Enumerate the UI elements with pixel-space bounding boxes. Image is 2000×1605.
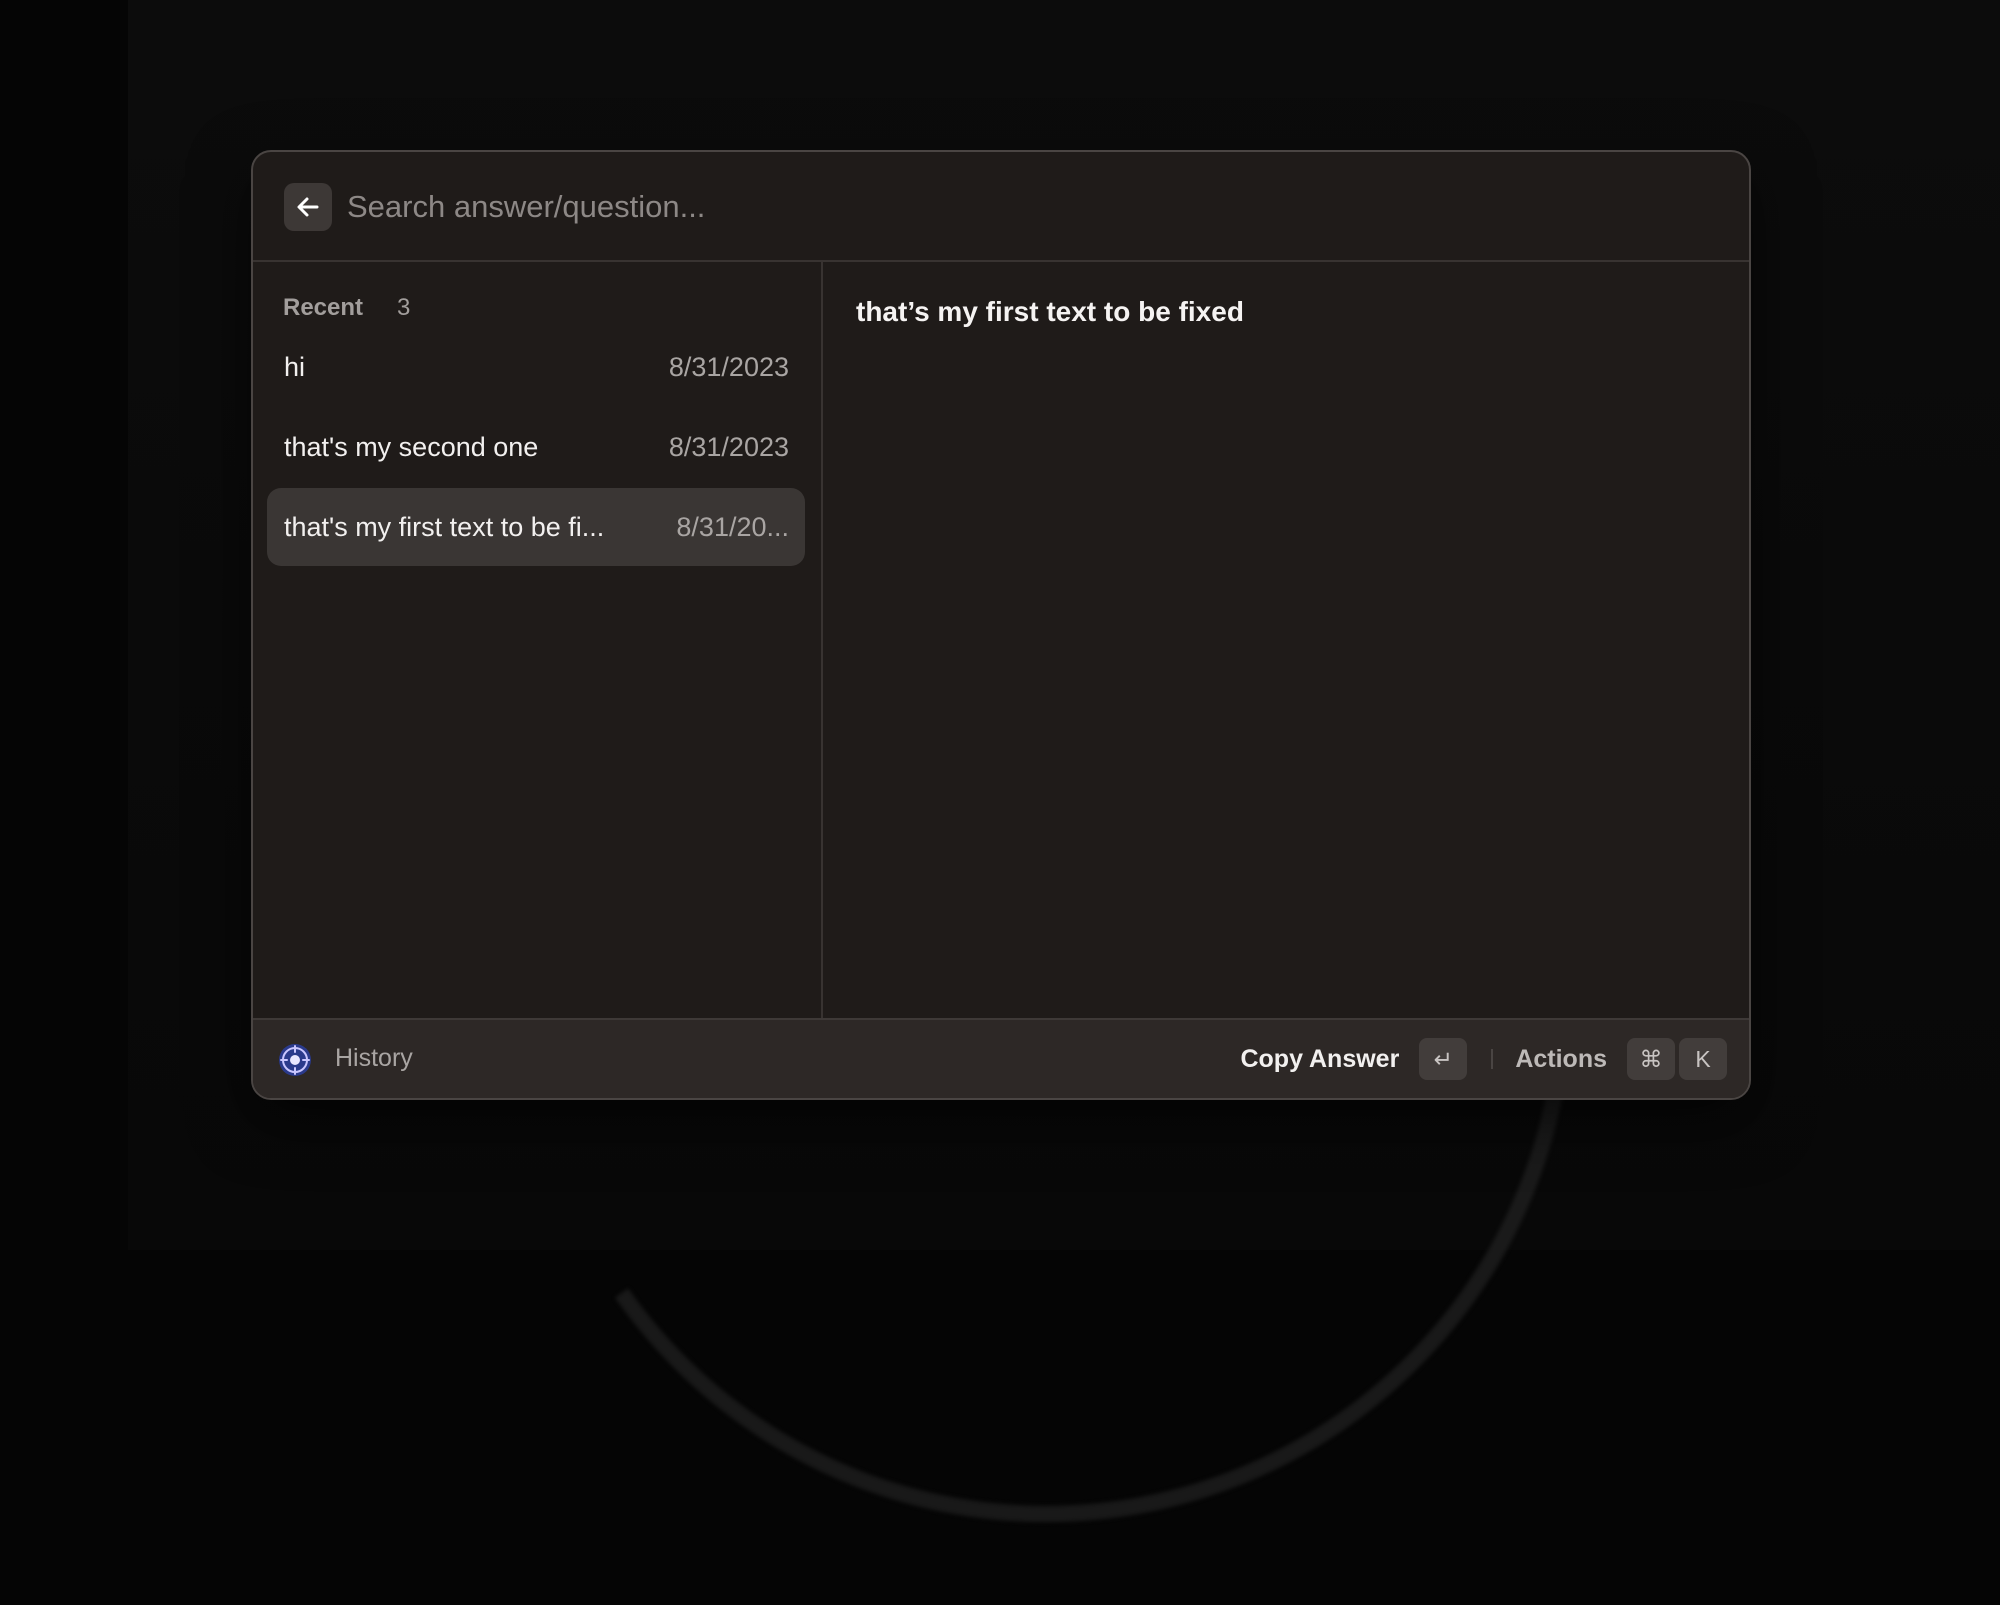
history-window: Recent 3 hi 8/31/2023 that's my second o… [251, 150, 1751, 1100]
history-item-title: hi [284, 351, 306, 382]
history-item[interactable]: hi 8/31/2023 [267, 328, 805, 406]
section-title: Recent [283, 294, 364, 321]
footer-title: History [335, 1044, 413, 1072]
footer-actions: Copy Answer ↵ Actions ⌘ K [1240, 1038, 1727, 1080]
history-item-date: 8/31/2023 [668, 431, 789, 462]
history-item-title: that's my first text to be fi... [284, 511, 605, 542]
actions-button[interactable]: Actions [1515, 1045, 1607, 1074]
footer-divider [1491, 1049, 1494, 1069]
command-key-hint: ⌘ [1627, 1038, 1675, 1080]
answer-text: that’s my first text to be fixed [856, 296, 1244, 327]
arrow-left-icon [297, 197, 319, 217]
history-item-title: that's my second one [284, 431, 539, 462]
search-input[interactable] [347, 180, 1707, 234]
history-item[interactable]: that's my second one 8/31/2023 [267, 408, 805, 486]
section-count: 3 [397, 294, 411, 321]
back-button[interactable] [284, 183, 332, 231]
action-bar: History Copy Answer ↵ Actions ⌘ K [253, 1018, 1749, 1098]
history-item-selected[interactable]: that's my first text to be fi... 8/31/20… [267, 488, 805, 566]
answer-detail-pane: that’s my first text to be fixed [823, 262, 1749, 1018]
history-item-date: 8/31/20... [676, 511, 789, 542]
search-bar [253, 152, 1749, 262]
section-header: Recent 3 [283, 292, 410, 324]
copy-answer-button[interactable]: Copy Answer [1240, 1045, 1399, 1074]
history-item-date: 8/31/2023 [668, 351, 789, 382]
k-key-hint: K [1679, 1038, 1727, 1080]
app-logo-icon [279, 1044, 311, 1076]
enter-key-hint: ↵ [1419, 1038, 1468, 1080]
history-list: Recent 3 hi 8/31/2023 that's my second o… [253, 262, 823, 1018]
